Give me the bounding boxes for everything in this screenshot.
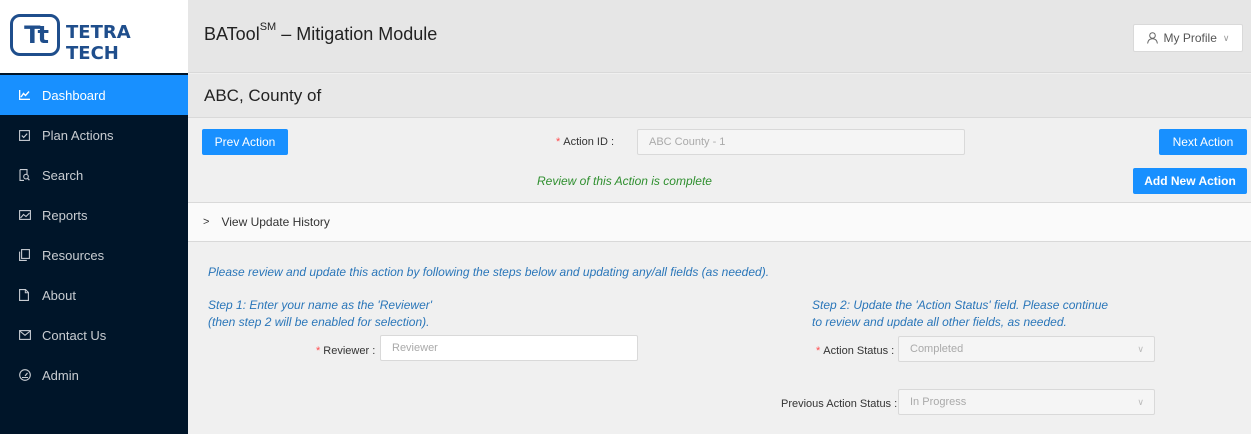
user-icon: [1146, 32, 1158, 44]
previous-action-status-select[interactable]: In Progress ∨: [898, 389, 1155, 415]
step2-instructions: Step 2: Update the 'Action Status' field…: [812, 298, 1109, 329]
view-update-history-label: View Update History: [221, 215, 330, 229]
my-profile-button[interactable]: My Profile ∨: [1133, 24, 1243, 52]
review-form: Please review and update this action by …: [188, 242, 1251, 434]
chevron-right-icon: >: [203, 216, 210, 228]
copy-icon: [19, 249, 37, 261]
action-status-label: * Action Status :: [816, 345, 895, 357]
sidebar-item-label: Admin: [42, 367, 79, 383]
sidebar-item-plan-actions[interactable]: Plan Actions: [0, 115, 188, 155]
my-profile-label: My Profile: [1163, 31, 1217, 45]
action-status-select[interactable]: Completed ∨: [898, 336, 1155, 362]
chart-icon: [19, 90, 37, 100]
logo: Tt TETRA TECH: [0, 0, 188, 73]
chevron-down-icon: ∨: [1222, 32, 1230, 43]
app-title: BAToolSM – Mitigation Module: [204, 21, 438, 44]
checkbox-icon: [19, 129, 37, 141]
prev-action-button[interactable]: Prev Action: [202, 129, 288, 155]
reviewer-input[interactable]: Reviewer: [380, 335, 638, 361]
sidebar-item-admin[interactable]: Admin: [0, 355, 188, 395]
add-new-action-button[interactable]: Add New Action: [1133, 168, 1247, 194]
sidebar-menu: Dashboard Plan Actions Search Reports Re…: [0, 75, 188, 395]
sidebar-item-label: Reports: [42, 207, 88, 223]
logo-mark: Tt: [10, 14, 60, 56]
next-action-button[interactable]: Next Action: [1159, 129, 1247, 155]
review-status-message: Review of this Action is complete: [537, 174, 712, 188]
sidebar-item-label: Search: [42, 167, 84, 183]
mail-icon: [19, 330, 37, 340]
sidebar-item-search[interactable]: Search: [0, 155, 188, 195]
chevron-down-icon: ∨: [1137, 344, 1144, 354]
chevron-down-icon: ∨: [1137, 397, 1144, 407]
sidebar-item-label: Contact Us: [42, 327, 107, 343]
dashboard-gauge-icon: [19, 369, 37, 381]
action-navigation-bar: Prev Action * Action ID : ABC County - 1 …: [188, 118, 1251, 198]
reviewer-label: * Reviewer :: [316, 345, 376, 357]
county-title: ABC, County of: [204, 86, 322, 105]
county-header: ABC, County of: [188, 74, 1251, 118]
previous-action-status-label: Previous Action Status :: [781, 398, 898, 410]
sidebar-item-dashboard[interactable]: Dashboard: [0, 75, 188, 115]
sidebar-item-resources[interactable]: Resources: [0, 235, 188, 275]
sidebar-item-reports[interactable]: Reports: [0, 195, 188, 235]
sidebar: Tt TETRA TECH Dashboard Plan Actions Sea…: [0, 0, 188, 434]
sidebar-item-label: Dashboard: [42, 87, 106, 103]
top-header: BAToolSM – Mitigation Module My Profile …: [188, 0, 1251, 73]
file-icon: [19, 289, 37, 301]
picture-icon: [19, 210, 37, 220]
sidebar-item-label: Plan Actions: [42, 127, 114, 143]
step1-instructions: Step 1: Enter your name as the 'Reviewer…: [208, 298, 433, 329]
logo-text: TETRA TECH: [66, 22, 131, 64]
file-search-icon: [19, 169, 37, 181]
review-instructions: Please review and update this action by …: [208, 265, 770, 279]
action-id-input[interactable]: ABC County - 1: [637, 129, 965, 155]
sidebar-item-about[interactable]: About: [0, 275, 188, 315]
action-id-label: * Action ID :: [556, 136, 615, 148]
sidebar-item-contact-us[interactable]: Contact Us: [0, 315, 188, 355]
sidebar-item-label: About: [42, 287, 76, 303]
sidebar-item-label: Resources: [42, 247, 105, 263]
view-update-history-toggle[interactable]: > View Update History: [188, 202, 1251, 242]
